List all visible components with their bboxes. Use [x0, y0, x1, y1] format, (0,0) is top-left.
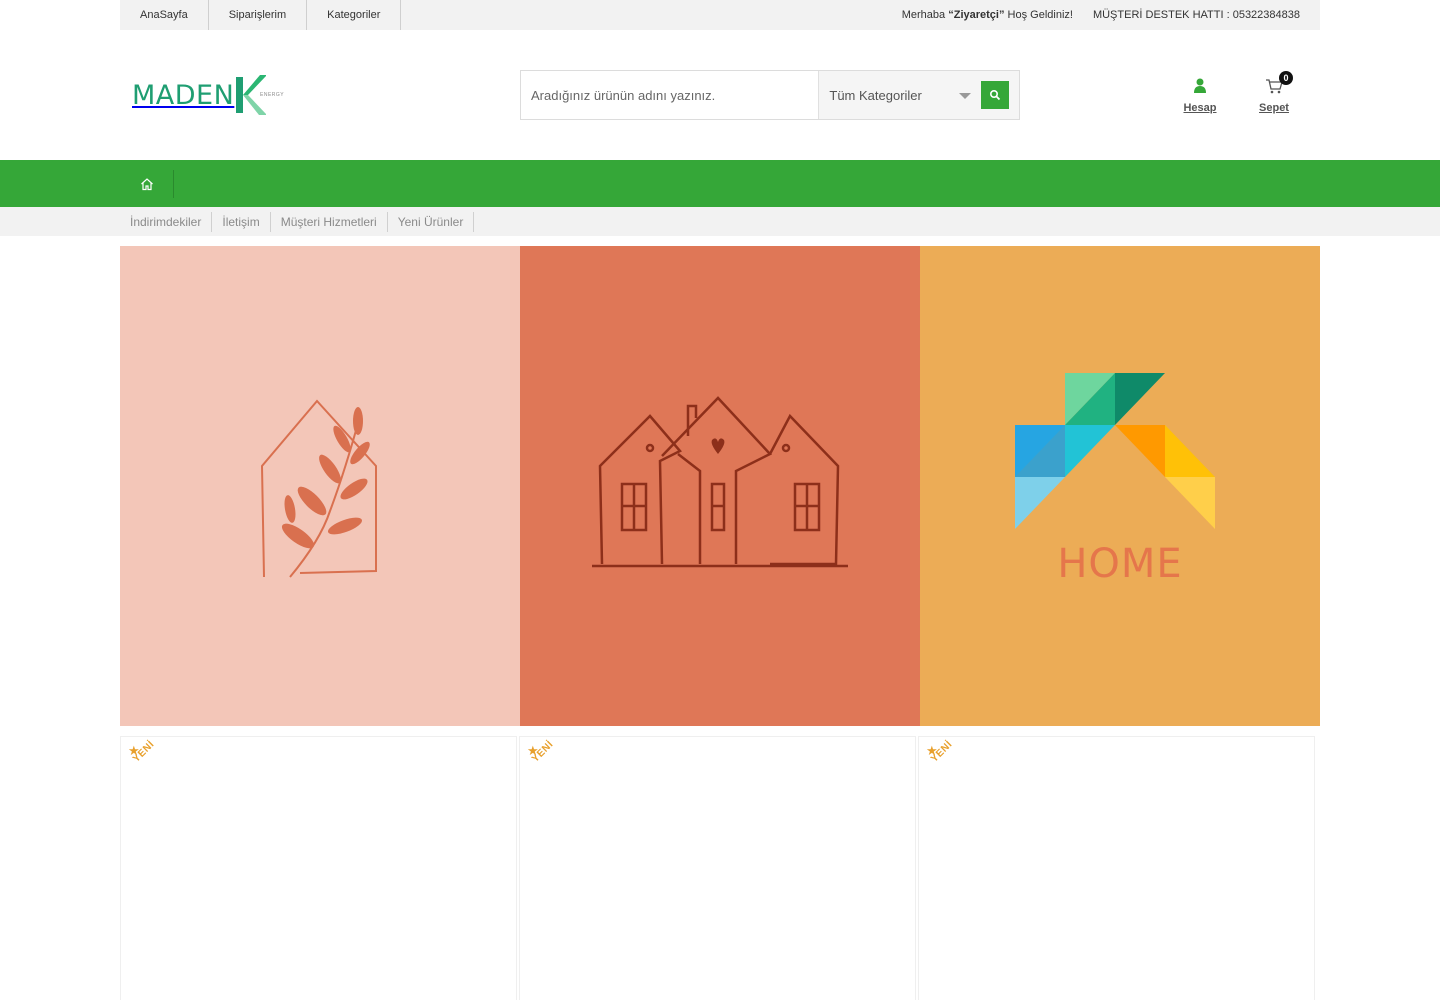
top-right-info: Merhaba “Ziyaretçi” Hoş Geldiniz! MÜŞTER…: [902, 9, 1320, 21]
subnav-discounts[interactable]: İndirimdekiler: [120, 211, 213, 232]
greeting: Merhaba “Ziyaretçi” Hoş Geldiniz!: [902, 9, 1073, 21]
banner-home-text: HOME: [1057, 541, 1183, 587]
sub-nav: İndirimdekiler İletişim Müşteri Hizmetle…: [0, 207, 1440, 236]
banner-houses[interactable]: [520, 246, 920, 726]
houses-illustration: [592, 396, 848, 568]
home-button[interactable]: [120, 169, 174, 198]
product-card[interactable]: ★ YENİ: [120, 736, 517, 1000]
cart-button[interactable]: 0 Sepet: [1256, 71, 1293, 114]
home-icon: [140, 177, 153, 190]
account-label: Hesap: [1183, 102, 1217, 114]
cart-count-badge: 0: [1279, 71, 1293, 85]
logo[interactable]: MADEN ENERGY: [132, 70, 292, 120]
user-icon: [1194, 78, 1206, 93]
category-select[interactable]: Tüm Kategoriler: [819, 71, 1019, 119]
greeting-suffix: Hoş Geldiniz!: [1004, 9, 1073, 21]
top-bar: AnaSayfa Siparişlerim Kategoriler Merhab…: [0, 0, 1440, 30]
subnav-new-products[interactable]: Yeni Ürünler: [388, 211, 475, 232]
plant-house-illustration: [260, 399, 377, 578]
banner-home-logo[interactable]: HOME: [920, 246, 1320, 726]
account-button[interactable]: Hesap: [1182, 78, 1218, 114]
top-link-orders[interactable]: Siparişlerim: [209, 0, 308, 30]
search-bar: Tüm Kategoriler: [520, 70, 1020, 120]
category-select-value: Tüm Kategoriler: [829, 87, 922, 103]
new-badge: ★ YENİ: [125, 739, 165, 783]
subnav-customer-service[interactable]: Müşteri Hizmetleri: [271, 211, 388, 232]
greeting-name: “Ziyaretçi”: [948, 9, 1005, 21]
logo-subtext: ENERGY: [260, 92, 285, 98]
banner-plant-house[interactable]: [120, 246, 520, 726]
main-nav: [0, 160, 1440, 207]
product-card[interactable]: ★ YENİ: [918, 736, 1315, 1000]
search-input[interactable]: [521, 71, 820, 119]
home-logo-mark: [1015, 373, 1215, 529]
subnav-contact[interactable]: İletişim: [212, 211, 271, 232]
search-icon: [989, 89, 1001, 101]
cart-label: Sepet: [1259, 102, 1289, 114]
chevron-down-icon: [959, 93, 971, 99]
banner-row: HOME: [0, 246, 1440, 726]
top-links: AnaSayfa Siparişlerim Kategoriler: [120, 0, 402, 30]
new-badge: ★ YENİ: [524, 739, 564, 783]
product-grid: ★ YENİ ★ YENİ ★ YENİ: [0, 736, 1440, 1000]
top-link-categories[interactable]: Kategoriler: [307, 0, 402, 30]
logo-text: MADEN: [132, 79, 235, 111]
top-link-home[interactable]: AnaSayfa: [120, 0, 209, 30]
header: MADEN ENERGY Tüm Kategoriler: [0, 30, 1440, 160]
search-button[interactable]: [981, 81, 1009, 109]
greeting-prefix: Merhaba: [901, 9, 949, 21]
support-line: MÜŞTERİ DESTEK HATTI : 05322384838: [1092, 9, 1300, 21]
product-card[interactable]: ★ YENİ: [519, 736, 916, 1000]
new-badge: ★ YENİ: [923, 739, 963, 783]
header-icons: Hesap 0 Sepet: [1182, 71, 1293, 114]
